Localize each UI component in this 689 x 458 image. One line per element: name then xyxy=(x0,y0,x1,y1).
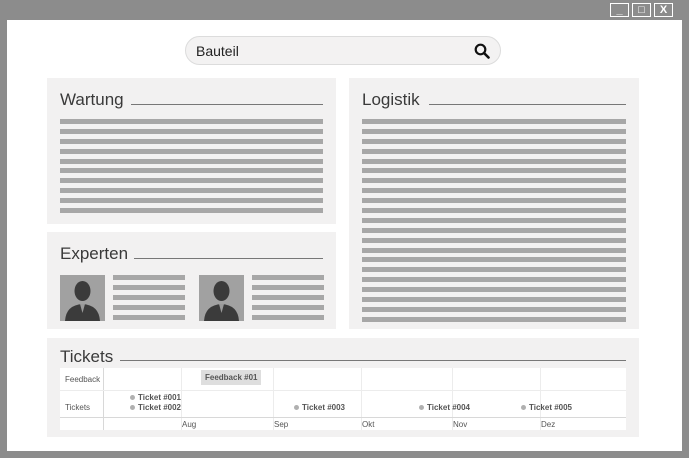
ticket-item[interactable]: Ticket #004 xyxy=(419,403,470,412)
app-window: _ □ X Wartung Logistik xyxy=(0,0,689,458)
minimize-button[interactable]: _ xyxy=(610,3,629,17)
feedback-item[interactable]: Feedback #01 xyxy=(201,370,262,385)
expert-info-lines xyxy=(252,275,324,324)
ticket-timeline: Feedback Tickets Feedback #01 Ticket #00… xyxy=(60,368,626,430)
close-button[interactable]: X xyxy=(654,3,673,17)
title-rule xyxy=(120,360,626,361)
maximize-button[interactable]: □ xyxy=(632,3,651,17)
row-label-feedback: Feedback xyxy=(65,375,101,384)
logistik-panel: Logistik xyxy=(349,78,639,329)
wartung-content-lines xyxy=(60,119,323,218)
wartung-panel: Wartung xyxy=(47,78,336,224)
title-rule xyxy=(131,104,323,105)
expert-avatar[interactable] xyxy=(60,275,105,321)
window-controls: _ □ X xyxy=(610,3,673,17)
logistik-title: Logistik xyxy=(362,90,420,109)
tickets-title: Tickets xyxy=(60,347,114,366)
tickets-panel: Tickets Feedback Tickets Feedback #01 Ti… xyxy=(47,338,639,437)
logistik-content-lines xyxy=(362,119,626,327)
title-rule xyxy=(429,104,626,105)
search-input[interactable] xyxy=(196,41,456,61)
month-label: Sep xyxy=(274,420,289,429)
month-label: Okt xyxy=(362,420,375,429)
wartung-title: Wartung xyxy=(60,90,124,109)
row-label-tickets: Tickets xyxy=(65,403,91,412)
search-bar xyxy=(185,36,501,65)
month-label: Aug xyxy=(182,420,197,429)
experten-title: Experten xyxy=(60,244,129,263)
expert-info-lines xyxy=(113,275,185,324)
ticket-item[interactable]: Ticket #005 xyxy=(521,403,572,412)
ticket-item[interactable]: Ticket #003 xyxy=(294,403,345,412)
ticket-item[interactable]: Ticket #001 xyxy=(130,393,181,402)
month-label: Nov xyxy=(453,420,468,429)
main-content: Wartung Logistik Experten xyxy=(7,20,682,451)
title-bar: _ □ X xyxy=(0,0,689,20)
person-icon xyxy=(65,281,100,321)
search-icon[interactable] xyxy=(474,43,490,59)
person-icon xyxy=(204,281,239,321)
expert-avatar[interactable] xyxy=(199,275,244,321)
month-label: Dez xyxy=(541,420,556,429)
experten-panel: Experten xyxy=(47,232,336,329)
ticket-item[interactable]: Ticket #002 xyxy=(130,403,181,412)
title-rule xyxy=(134,258,323,259)
